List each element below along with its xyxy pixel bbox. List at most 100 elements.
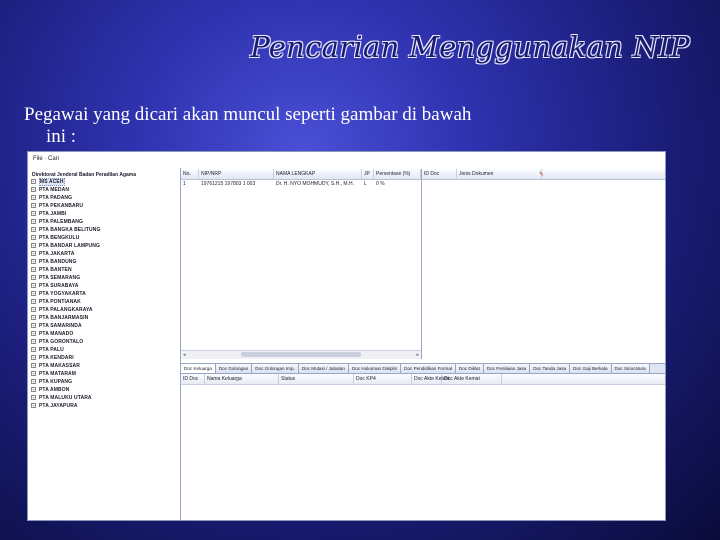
- expand-plus-icon[interactable]: +: [31, 227, 36, 233]
- tree-item[interactable]: + PTA KUPANG: [28, 378, 180, 386]
- expand-plus-icon[interactable]: +: [31, 315, 36, 321]
- horizontal-scrollbar[interactable]: ◂ ▸: [181, 350, 421, 359]
- expand-plus-icon[interactable]: +: [31, 387, 36, 393]
- tab-doc[interactable]: Doc Mutasi / Jabatan: [298, 364, 349, 373]
- pdf-icon[interactable]: ✎: [539, 171, 544, 178]
- tree-item[interactable]: + PTA PEKANBARU: [28, 202, 180, 210]
- expand-plus-icon[interactable]: +: [31, 371, 36, 377]
- col-nama[interactable]: NAMA LENGKAP: [274, 169, 362, 179]
- col-persentase[interactable]: Persentase (%): [374, 169, 421, 179]
- tree-item[interactable]: + PTA PALEMBANG: [28, 218, 180, 226]
- col-jp[interactable]: JP: [362, 169, 374, 179]
- expand-plus-icon[interactable]: +: [31, 187, 36, 193]
- expand-plus-icon[interactable]: +: [31, 243, 36, 249]
- tree-item[interactable]: + PTA BANJARMASIN: [28, 314, 180, 322]
- expand-plus-icon[interactable]: +: [31, 211, 36, 217]
- tree-item-label: PTA PALU: [39, 347, 64, 353]
- expand-plus-icon[interactable]: +: [31, 379, 36, 385]
- tab-doc[interactable]: Doc Golongan: [215, 364, 253, 373]
- tree-item[interactable]: + PTA MANADO: [28, 330, 180, 338]
- tab-doc[interactable]: Doc Pendidikan Formal: [401, 364, 456, 373]
- tab-doc[interactable]: Doc Keluarga: [181, 364, 216, 373]
- tree-item[interactable]: + PTA GORONTALO: [28, 338, 180, 346]
- tree-item[interactable]: + PTA SAMARINDA: [28, 322, 180, 330]
- tab-doc[interactable]: Doc Sinocstura: [611, 364, 650, 373]
- tree-root[interactable]: Direktorat Jenderal Badan Peradilan Agam…: [28, 168, 180, 178]
- expand-plus-icon[interactable]: +: [31, 259, 36, 265]
- expand-plus-icon[interactable]: +: [31, 267, 36, 273]
- tree-item-label: PTA PALEMBANG: [39, 219, 83, 225]
- tab-doc[interactable]: Doc Golongan Imp.: [252, 364, 299, 373]
- tree-item[interactable]: + PTA PALU: [28, 346, 180, 354]
- expand-plus-icon[interactable]: +: [31, 283, 36, 289]
- tree-item[interactable]: + PTA BANDAR LAMPUNG: [28, 242, 180, 250]
- expand-plus-icon[interactable]: +: [31, 331, 36, 337]
- tree-item[interactable]: + PTA KENDARI: [28, 354, 180, 362]
- expand-plus-icon[interactable]: +: [31, 339, 36, 345]
- tab-doc[interactable]: Doc Gaji Berkala: [570, 364, 612, 373]
- tree-item[interactable]: + PTA PALANGKARAYA: [28, 306, 180, 314]
- tree-item[interactable]: + PTA BANTEN: [28, 266, 180, 274]
- tree-item[interactable]: + MS ACEH: [28, 178, 180, 186]
- tree-item[interactable]: + PTA SEMARANG: [28, 274, 180, 282]
- expand-plus-icon[interactable]: +: [31, 291, 36, 297]
- tree-item[interactable]: + PTA PADANG: [28, 194, 180, 202]
- expand-plus-icon[interactable]: +: [31, 179, 36, 185]
- tree-item[interactable]: + PTA BANDUNG: [28, 258, 180, 266]
- menu-file[interactable]: File: [33, 156, 43, 162]
- tree-item[interactable]: + PTA JAKARTA: [28, 250, 180, 258]
- expand-plus-icon[interactable]: +: [31, 203, 36, 209]
- tab-doc[interactable]: Doc Diklat: [455, 364, 484, 373]
- expand-plus-icon[interactable]: +: [31, 323, 36, 329]
- tcol-akte-kelahiran[interactable]: Doc Akte Kelahi: [412, 374, 449, 384]
- tree-item[interactable]: + PTA MALUKU UTARA: [28, 394, 180, 402]
- col-jenis-dokumen[interactable]: Jenis Dokumen: [457, 169, 542, 179]
- grid-header: No. NIP/NRP NAMA LENGKAP JP Persentase (…: [181, 169, 421, 180]
- expand-plus-icon[interactable]: +: [31, 251, 36, 257]
- tcol-nama-keluarga[interactable]: Nama Keluarga: [205, 374, 279, 384]
- expand-plus-icon[interactable]: +: [31, 395, 36, 401]
- expand-plus-icon[interactable]: +: [31, 307, 36, 313]
- tree-item[interactable]: + PTA JAMBI: [28, 210, 180, 218]
- menu-cari[interactable]: Cari: [48, 156, 59, 162]
- expand-plus-icon[interactable]: +: [31, 235, 36, 241]
- expand-plus-icon[interactable]: +: [31, 195, 36, 201]
- expand-plus-icon[interactable]: +: [31, 355, 36, 361]
- tree-item[interactable]: + PTA MAKASSAR: [28, 362, 180, 370]
- col-no[interactable]: No.: [181, 169, 199, 179]
- tcol-akte-kematian[interactable]: Doc Akte Kemat: [442, 374, 502, 384]
- tab-doc[interactable]: Doc Hukuman Disiplin: [348, 364, 402, 373]
- expand-plus-icon[interactable]: +: [31, 299, 36, 305]
- tab-doc[interactable]: Doc Tanda Jasa: [530, 364, 571, 373]
- org-tree[interactable]: Direktorat Jenderal Badan Peradilan Agam…: [28, 168, 181, 520]
- cell-persentase: 0 %: [376, 181, 385, 187]
- scroll-left-icon[interactable]: ◂: [183, 352, 186, 358]
- tree-item-label: PTA MANADO: [39, 331, 74, 337]
- app-menubar: File · Cari: [28, 152, 185, 166]
- tree-item-label: PTA GORONTALO: [39, 339, 84, 345]
- col-nip[interactable]: NIP/NRP: [199, 169, 274, 179]
- tab-doc[interactable]: Doc Penilaian Jasa: [483, 364, 531, 373]
- col-id-doc[interactable]: ID Doc: [422, 169, 457, 179]
- scroll-right-icon[interactable]: ▸: [416, 352, 419, 358]
- tree-item[interactable]: + PTA MEDAN: [28, 186, 180, 194]
- tree-item[interactable]: + PTA JAYAPURA: [28, 402, 180, 410]
- scroll-thumb[interactable]: [241, 352, 361, 357]
- expand-plus-icon[interactable]: +: [31, 275, 36, 281]
- tcol-id-doc[interactable]: ID Doc: [181, 374, 205, 384]
- expand-plus-icon[interactable]: +: [31, 347, 36, 353]
- tree-item[interactable]: + PTA AMBON: [28, 386, 180, 394]
- tree-item[interactable]: + PTA BENGKULU: [28, 234, 180, 242]
- expand-plus-icon[interactable]: +: [31, 219, 36, 225]
- tree-item[interactable]: + PTA MATARAM: [28, 370, 180, 378]
- expand-plus-icon[interactable]: +: [31, 363, 36, 369]
- tcol-status[interactable]: Status: [279, 374, 354, 384]
- tree-item[interactable]: + PTA PONTIANAK: [28, 298, 180, 306]
- tcol-doc-kp4[interactable]: Doc KP4: [354, 374, 412, 384]
- app-screenshot: File · Cari Direktorat Jenderal Badan Pe…: [27, 151, 666, 521]
- tree-item[interactable]: + PTA BANGKA BELITUNG: [28, 226, 180, 234]
- tree-item[interactable]: + PTA YOGYAKARTA: [28, 290, 180, 298]
- expand-plus-icon[interactable]: +: [31, 403, 36, 409]
- tree-item[interactable]: + PTA SURABAYA: [28, 282, 180, 290]
- table-row[interactable]: 1 19761215 197803 1 003 Dr. H. NYO MOHMU…: [181, 180, 421, 189]
